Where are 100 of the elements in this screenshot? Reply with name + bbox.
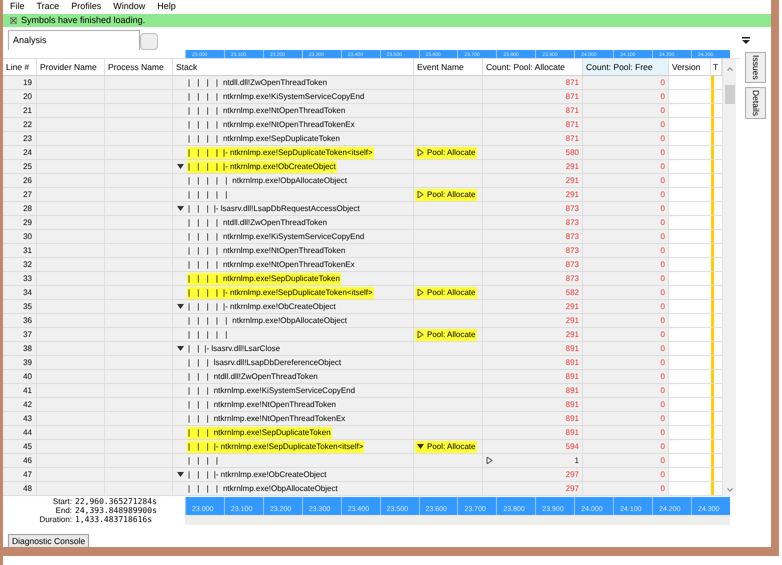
tree-lines: | | | | (188, 160, 218, 172)
table-row[interactable]: 35 | | | | |- ntkrnlmp.exe!ObCreateObject 291 0 (3, 300, 722, 314)
table-row[interactable]: 37 | | | | | Pool: Allocate 291 0 (3, 328, 722, 342)
table-row[interactable]: 21 | | | | ntkrnlmp.exe!NtOpenThreadToken 871 0 (3, 104, 722, 118)
close-icon[interactable] (10, 16, 17, 24)
table-row[interactable]: 23 | | | | ntkrnlmp.exe!SepDuplicateToken 871 0 (3, 132, 722, 146)
menu-item[interactable]: Trace (36, 0, 60, 14)
collapse-icon[interactable] (177, 163, 184, 170)
table-row[interactable]: 19 | | | | ntdll.dll!ZwOpenThreadToken 871 0 (3, 76, 722, 90)
menu-item[interactable]: Window (113, 0, 146, 14)
event-cell[interactable]: Pool: Allocate (415, 188, 478, 200)
table-row[interactable]: 47 | | | |- ntkrnlmp.exe!ObCreateObject 297 0 (3, 468, 722, 482)
expand-icon[interactable] (417, 149, 424, 156)
table-row[interactable]: 22 | | | | ntkrnlmp.exe!NtOpenThreadTokenEx 871 0 (3, 118, 722, 132)
stack-frame: |- ntkrnlmp.exe!SepDuplicateToken<itself> (214, 440, 364, 452)
table-row[interactable]: 26 | | | | | ntkrnlmp.exe!ObpAllocateObject 291 0 (3, 174, 722, 188)
table-row[interactable]: 40 | | | ntdll.dll!ZwOpenThreadToken 891 0 (3, 370, 722, 384)
scrollbar[interactable] (722, 59, 736, 496)
tab[interactable]: Analysis (8, 30, 140, 50)
allocate-count: 291 (566, 300, 579, 312)
stack-frame: |- ntkrnlmp.exe!ObCreateObject (222, 160, 336, 172)
expand-icon[interactable] (486, 457, 493, 464)
table-row[interactable]: 36 | | | | | ntkrnlmp.exe!ObpAllocateObject 291 0 (3, 314, 722, 328)
table-row[interactable]: 29 | | | | ntdll.dll!ZwOpenThreadToken 873 0 (3, 216, 722, 230)
line-number: 47 (23, 468, 32, 480)
table-row[interactable]: 48 | | | | ntkrnlmp.exe!ObpAllocateObject 297 0 (3, 482, 722, 496)
stack-frame: ntdll.dll!ZwOpenThreadToken (222, 216, 328, 228)
tree-lines: | | | | (188, 76, 218, 88)
menu-item[interactable]: Help (157, 0, 176, 14)
table-row[interactable]: 39 | | | lsasrv.dll!LsapDbDereferenceObject 891 0 (3, 356, 722, 370)
table-row[interactable]: 32 | | | | ntkrnlmp.exe!NtOpenThreadTokenEx 873 0 (3, 258, 722, 272)
table-row[interactable]: 44 | | | ntkrnlmp.exe!SepDuplicateToken 891 0 (3, 426, 722, 440)
collapse-icon[interactable] (177, 345, 184, 352)
free-count: 0 (660, 356, 665, 368)
horizontal-scrollbar[interactable] (185, 515, 730, 525)
table-row[interactable]: 24 | | | | |- ntkrnlmp.exe!SepDuplicateToken<itself> Pool: Allocate 580 0 (3, 146, 722, 160)
free-count: 0 (660, 384, 665, 396)
event-name: Pool: Allocate (427, 328, 476, 340)
table-row[interactable]: 27 | | | | | Pool: Allocate 291 0 (3, 188, 722, 202)
stack-frame: ntkrnlmp.exe!KiSystemServiceCopyEnd (222, 90, 364, 102)
collapse-icon[interactable] (417, 443, 424, 450)
scroll-up-icon[interactable] (726, 67, 732, 71)
table-row[interactable]: 42 | | | ntkrnlmp.exe!NtOpenThreadToken 891 0 (3, 398, 722, 412)
collapse-icon[interactable] (177, 303, 184, 310)
table-row[interactable]: 33 | | | | ntkrnlmp.exe!SepDuplicateToken 873 0 (3, 272, 722, 286)
allocate-count: 871 (566, 132, 579, 144)
table-row[interactable]: 34 | | | | |- ntkrnlmp.exe!SepDuplicateToken<itself> Pool: Allocate 582 0 (3, 286, 722, 300)
free-count: 0 (660, 160, 665, 172)
event-cell[interactable]: Pool: Allocate (415, 328, 478, 340)
tree-lines: | | | | (188, 272, 218, 284)
column-header[interactable]: Count: Pool: Free (583, 59, 669, 75)
collapse-icon[interactable] (177, 205, 184, 212)
table-row[interactable]: 25 | | | | |- ntkrnlmp.exe!ObCreateObject 291 0 (3, 160, 722, 174)
tree-lines: | | | (188, 202, 209, 214)
column-header[interactable]: Stack (173, 59, 414, 75)
scroll-thumb[interactable] (724, 85, 734, 104)
table-cell (669, 188, 711, 201)
stack-frame: |- lsasrv.dll!LsarClose (204, 342, 280, 354)
table-row[interactable]: 28 | | | |- lsasrv.dll!LsapDbRequestAccessObject 873 0 (3, 202, 722, 216)
event-cell[interactable]: Pool: Allocate (415, 286, 478, 298)
line-number: 40 (23, 370, 32, 382)
stack-frame: |- ntkrnlmp.exe!SepDuplicateToken<itself> (222, 146, 373, 158)
table-row[interactable]: 31 | | | | ntkrnlmp.exe!NtOpenThreadToken 873 0 (3, 244, 722, 258)
menu-item[interactable]: File (10, 0, 25, 14)
collapse-icon[interactable] (177, 471, 184, 478)
table-row[interactable]: 30 | | | | ntkrnlmp.exe!KiSystemServiceCopyEnd 873 0 (3, 230, 722, 244)
event-cell[interactable]: Pool: Allocate (415, 440, 478, 452)
free-count: 0 (660, 454, 665, 466)
table-row[interactable]: 45 | | | |- ntkrnlmp.exe!SepDuplicateToken<itself> Pool: Allocate 594 0 (3, 440, 722, 454)
table-row[interactable]: 46 | | | | 1 0 (3, 454, 722, 468)
event-cell[interactable]: Pool: Allocate (415, 146, 478, 158)
diagnostic-console-button[interactable]: Diagnostic Console (8, 534, 90, 548)
table-cell (669, 160, 711, 173)
table-cell (669, 174, 711, 187)
tree-lines: | | | (188, 468, 209, 480)
allocate-count: 580 (566, 146, 579, 158)
table-cell (669, 342, 711, 355)
allocate-count: 871 (566, 90, 579, 102)
table-row[interactable]: 43 | | | ntkrnlmp.exe!NtOpenThreadTokenEx 891 0 (3, 412, 722, 426)
side-tab[interactable]: Issues (745, 52, 766, 83)
expand-icon[interactable] (417, 331, 424, 338)
expand-icon[interactable] (417, 191, 424, 198)
table-row[interactable]: 20 | | | | ntkrnlmp.exe!KiSystemServiceCopyEnd 871 0 (3, 90, 722, 104)
allocate-count: 873 (566, 202, 579, 214)
tree-lines: | | | | | (188, 188, 228, 200)
table-row[interactable]: 38 | | |- lsasrv.dll!LsarClose 891 0 (3, 342, 722, 356)
tree-lines: | | | | | (188, 328, 228, 340)
tree-lines: | | | | (188, 146, 218, 158)
column-header[interactable]: T (711, 59, 722, 75)
column-header[interactable]: Count: Pool: Allocate (483, 59, 583, 75)
allocate-count: 891 (566, 384, 579, 396)
scroll-down-icon[interactable] (726, 488, 732, 492)
column-header[interactable]: Version (669, 59, 711, 75)
side-tab[interactable]: Details (745, 86, 766, 119)
expand-icon[interactable] (417, 289, 424, 296)
menu-icon[interactable] (742, 37, 750, 44)
free-count: 0 (660, 230, 665, 242)
menu-item[interactable]: Profiles (71, 0, 102, 14)
line-number: 38 (23, 342, 32, 354)
table-row[interactable]: 41 | | | ntkrnlmp.exe!KiSystemServiceCopyEnd 891 0 (3, 384, 722, 398)
